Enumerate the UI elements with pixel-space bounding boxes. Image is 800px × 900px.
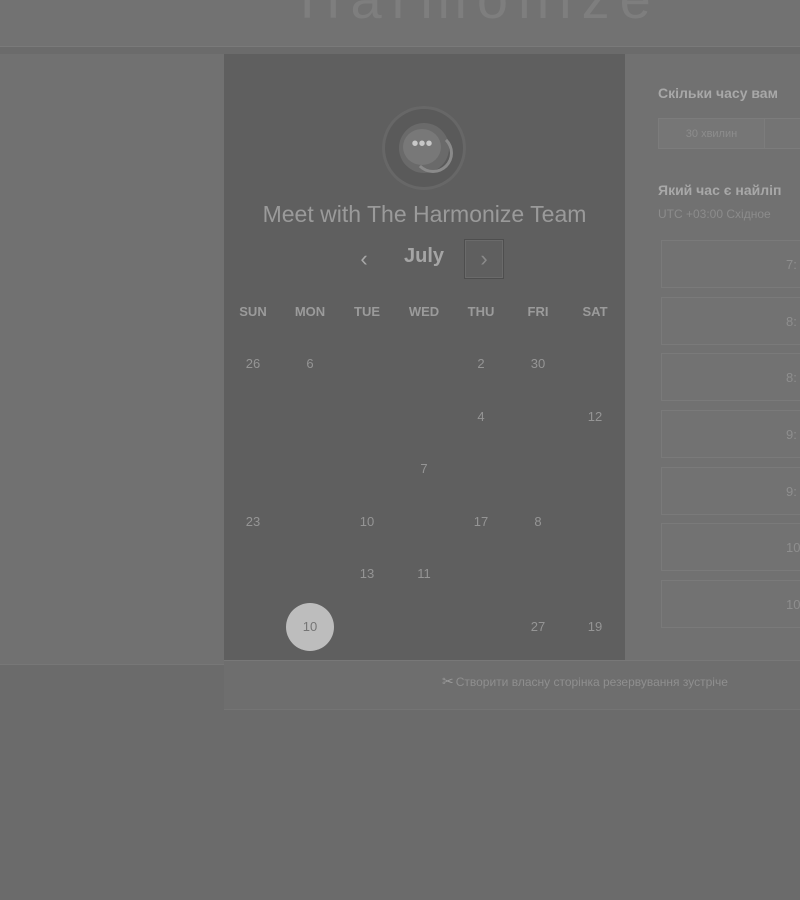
time-slot[interactable]: 10: [661, 580, 800, 628]
footer-bar: ✂ Створити власну сторінка резервування з… [224, 660, 800, 710]
weekday-sat: SAT [582, 304, 608, 319]
time-slot[interactable]: 10: [661, 523, 800, 571]
month-label: July [403, 245, 445, 267]
avatar-inner: ••• [399, 123, 453, 173]
calendar-grid: 26 6 2 30 4 12 7 23 10 17 8 13 11 10 27 19 [224, 334, 625, 654]
meeting-title: Meet with The Harmonize Team [262, 201, 587, 227]
avatar: ••• [382, 106, 466, 190]
calendar-day[interactable]: 26 [229, 340, 277, 388]
time-slot-label: 10: [786, 540, 800, 555]
calendar-day[interactable]: 10 [343, 498, 391, 546]
calendar-day[interactable]: 11 [400, 550, 448, 598]
calendar-day[interactable]: 6 [286, 340, 334, 388]
scissors-icon: ✂ [442, 673, 454, 689]
calendar-day[interactable]: 13 [343, 550, 391, 598]
weekday-sun: SUN [239, 304, 267, 319]
calendar-day[interactable]: 4 [457, 393, 505, 441]
time-slot[interactable]: 7: [661, 240, 800, 288]
time-slot-label: 9: [786, 427, 797, 442]
calendar-day-selected[interactable]: 10 [286, 603, 334, 651]
time-slot[interactable]: 9: [661, 467, 800, 515]
calendar-day[interactable]: 23 [229, 498, 277, 546]
calendar-day[interactable]: 7 [400, 445, 448, 493]
duration-options: 30 хвилин [658, 118, 800, 149]
calendar-day[interactable]: 30 [514, 340, 562, 388]
calendar-day[interactable]: 27 [514, 603, 562, 651]
time-slot[interactable]: 8: [661, 297, 800, 345]
weekday-thu: THU [467, 304, 495, 319]
calendar-day[interactable]: 17 [457, 498, 505, 546]
time-question: Який час є найліп [658, 182, 782, 198]
weekday-header: SUN MON TUE WED THU FRI SAT [224, 304, 625, 324]
month-navigation: ‹ July › [224, 239, 625, 281]
time-slot-label: 7: [786, 257, 797, 272]
time-slot[interactable]: 8: [661, 353, 800, 401]
weekday-wed: WED [408, 304, 440, 319]
calendar-day[interactable]: 2 [457, 340, 505, 388]
calendar-day[interactable]: 19 [571, 603, 619, 651]
duration-option-30[interactable]: 30 хвилин [658, 118, 765, 149]
duration-option-more[interactable] [764, 118, 800, 149]
left-panel [0, 54, 225, 665]
time-slot[interactable]: 9: [661, 410, 800, 458]
calendar-day[interactable]: 8 [514, 498, 562, 546]
create-link-label: Створити власну сторінка резервування зу… [455, 675, 728, 689]
time-slot-label: 9: [786, 484, 797, 499]
duration-question: Скільки часу вам [658, 85, 778, 101]
booking-panel: Скільки часу вам 30 хвилин Який час є на… [625, 54, 800, 660]
timezone-label: UTC +03:00 Східное [658, 207, 771, 221]
weekday-mon: MON [294, 304, 326, 319]
chevron-left-icon[interactable]: ‹ [348, 243, 380, 275]
weekday-tue: TUE [354, 304, 380, 319]
logo: Harmonize [300, 0, 661, 31]
top-bar: Harmonize [0, 0, 800, 47]
time-slot-label: 8: [786, 370, 797, 385]
time-slot-label: 10: [786, 597, 800, 612]
weekday-fri: FRI [527, 304, 549, 319]
create-booking-page-link[interactable]: ✂ Створити власну сторінка резервування з… [442, 673, 728, 690]
time-slot-label: 8: [786, 314, 797, 329]
chevron-right-icon[interactable]: › [464, 239, 504, 279]
calendar-panel: ••• Meet with The Harmonize Team ‹ July … [224, 54, 625, 660]
chat-bubble-icon: ••• [403, 129, 441, 165]
calendar-day[interactable]: 12 [571, 393, 619, 441]
